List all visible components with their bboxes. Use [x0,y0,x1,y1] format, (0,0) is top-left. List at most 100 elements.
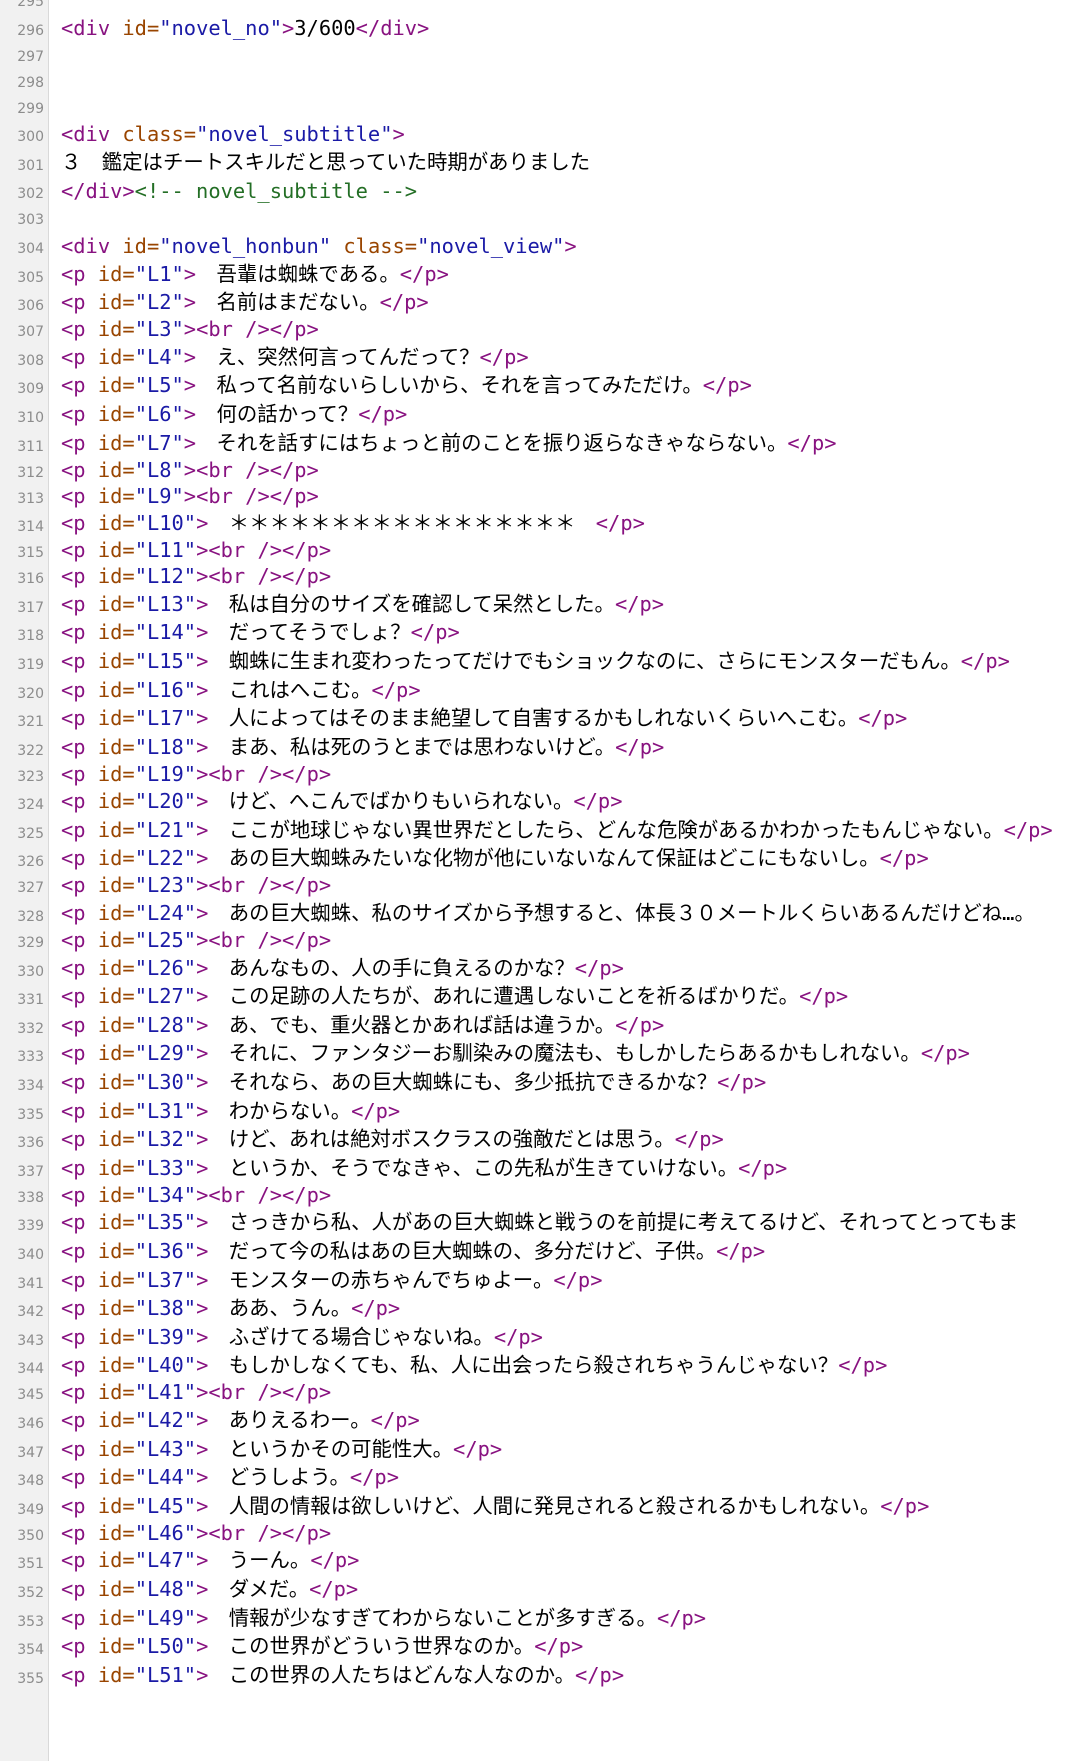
text-token: この世界がどういう世界なのか。 [208,1634,535,1659]
attribute-value-token: "L22" [134,846,197,871]
comment-token: <!-- novel_subtitle --> [134,179,418,204]
code-line: 342 <p id="L38"> ああ、うん。</p> [0,1293,1079,1322]
line-number: 325 [17,825,44,842]
line-number: 314 [17,519,44,536]
attribute-value-token: "L19" [134,761,197,786]
html-tag-token: </p> [310,1548,360,1573]
attribute-name-token: id= [97,1436,135,1461]
text-token: ああ、うん。 [208,1296,352,1321]
html-tag-token: <p [61,648,98,673]
code-line: 318 <p id="L14"> だってそうでしょ？</p> [0,617,1079,646]
line-number: 336 [17,1135,44,1152]
html-tag-token: </p> [615,1012,665,1037]
html-tag-token: > [196,1041,209,1066]
attribute-name-token: id= [97,538,135,563]
line-code: <p id="L34"><br /></p> [61,1183,331,1207]
attribute-name-token: id= [97,1070,135,1095]
text-token: もしかしなくても、私、人に出会ったら殺されちゃうんじゃない？ [208,1353,839,1378]
line-number: 320 [17,685,44,702]
code-line: 304 <div id="novel_honbun" class="novel_v… [0,229,1079,258]
html-tag-token: <p [61,344,98,369]
source-viewer[interactable]: 295 296 <div id="novel_no">3/600</div> 297 2… [0,0,1079,1761]
html-tag-token: > [196,591,209,616]
line-code: <p id="L44"> どうしよう。</p> [61,1460,399,1490]
attribute-value-token: "L16" [134,677,197,702]
text-token: それに、ファンタジーお馴染みの魔法も、もしかしたらあるかもしれない。 [208,1041,921,1066]
line-code: <p id="L9"><br /></p> [61,484,319,508]
html-tag-token: > [183,401,197,426]
code-line: 333 <p id="L29"> それに、ファンタジーお馴染みの魔法も、もしかした… [0,1038,1079,1067]
attribute-name-token: id= [97,1634,135,1659]
line-code: <p id="L47"> うーん。</p> [61,1543,359,1573]
attribute-name-token: class= [122,122,197,147]
html-tag-token: <p [61,846,98,871]
line-code: <p id="L23"><br /></p> [61,873,331,897]
line-code: <p id="L38"> ああ、うん。</p> [61,1291,400,1321]
attribute-value-token: "novel_honbun" [159,233,332,258]
text-token: 何の話かって？ [196,401,359,426]
code-line: 345 <p id="L41"><br /></p> [0,1378,1079,1404]
line-number: 326 [17,854,44,871]
attribute-value-token: "L48" [134,1576,197,1601]
text-token: けど、あれは絶対ボスクラスの強敵だとは思う。 [208,1127,675,1152]
line-code: <div id="novel_honbun" class="novel_view… [61,234,577,258]
html-tag-token: </p> [553,1267,603,1292]
html-tag-token: <p [61,261,98,286]
attribute-name-token: id= [97,401,135,426]
line-number: 340 [17,1247,44,1263]
code-line: 297 [0,40,1079,66]
attribute-value-token: "L18" [134,734,197,759]
html-tag-token: > [196,984,209,1009]
code-line: 327 <p id="L23"><br /></p> [0,871,1079,897]
text-token: 蜘蛛に生まれ変わったってだけでもショックなのに、さらにモンスターだもん。 [208,648,961,673]
text-token: うーん。 [208,1548,311,1573]
text-token: まあ、私は死のうとまでは思わないけど。 [208,734,616,759]
html-tag-token: <p [61,1267,98,1292]
html-tag-token: </p> [574,955,624,980]
code-line: 329 <p id="L25"><br /></p> [0,926,1079,952]
text-token: 人によってはそのまま絶望して自害するかもしれないくらいへこむ。 [208,706,859,731]
html-tag-token: <p [61,620,98,645]
line-number: 296 [17,22,44,39]
html-tag-token: <p [61,1041,98,1066]
attribute-name-token: id= [97,564,135,589]
code-line: 346 <p id="L42"> ありえるわー。</p> [0,1404,1079,1433]
code-line: 336 <p id="L32"> けど、あれは絶対ボスクラスの強敵だとは思う。</… [0,1124,1079,1153]
line-number: 316 [17,571,44,588]
code-line: 322 <p id="L18"> まあ、私は死のうとまでは思わないけど。</p> [0,731,1079,760]
html-tag-token: > [196,677,209,702]
attribute-value-token: "L45" [134,1493,197,1518]
line-code: <p id="L32"> けど、あれは絶対ボスクラスの強敵だとは思う。</p> [61,1122,724,1152]
line-number: 354 [17,1642,44,1659]
attribute-name-token: id= [97,1465,135,1490]
code-line: 339 <p id="L35"> さっきから私、人があの巨大蜘蛛と戦うのを前提に考… [0,1207,1079,1236]
html-tag-token: </p> [674,1127,724,1152]
attribute-value-token: "L4" [134,344,184,369]
code-line: 300 <div class="novel_subtitle"> [0,118,1079,147]
attribute-name-token: id= [97,984,135,1009]
code-line: 321 <p id="L17"> 人によってはそのまま絶望して自害するかもしれない… [0,703,1079,732]
attribute-name-token: id= [97,817,135,842]
line-number: 313 [17,490,44,507]
attribute-name-token: id= [97,1127,135,1152]
line-number: 306 [17,298,44,315]
code-line: 341 <p id="L37"> モンスターの赤ちゃんでちゅよー。</p> [0,1264,1079,1293]
code-line: 349 <p id="L45"> 人間の情報は欲しいけど、人間に発見されると殺され… [0,1490,1079,1519]
line-number: 310 [17,409,44,426]
html-tag-token: </p> [1003,817,1053,842]
html-tag-token: ><br /></p> [183,317,319,342]
html-tag-token: </div> [61,179,135,204]
line-code: <p id="L39"> ふざけてる場合じゃないね。</p> [61,1320,543,1350]
line-code: <p id="L6"> 何の話かって？</p> [61,397,407,427]
attribute-name-token: id= [97,648,135,673]
attribute-value-token: "novel_view" [417,233,565,258]
code-line: 330 <p id="L26"> あんなもの、人の手に負えるのかな？</p> [0,952,1079,981]
attribute-value-token: "L13" [134,591,197,616]
html-tag-token: <p [61,1296,98,1321]
attribute-name-token: id= [97,1239,135,1263]
line-code: <p id="L16"> これはへこむ。</p> [61,673,421,703]
attribute-value-token: "L15" [134,648,197,673]
line-number: 347 [17,1444,44,1461]
text-token: というか、そうでなきゃ、この先私が生きていけない。 [208,1155,739,1180]
